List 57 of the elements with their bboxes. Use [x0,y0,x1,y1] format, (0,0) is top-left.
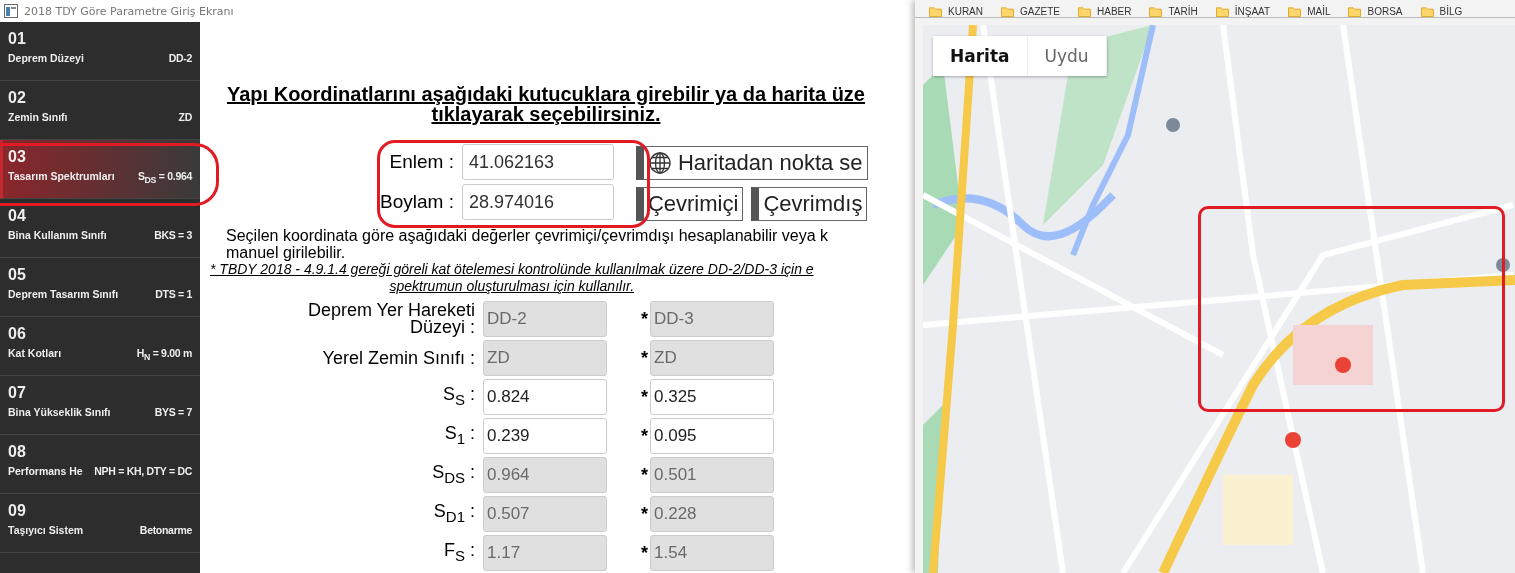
map-type-tab[interactable]: Uydu [1027,36,1107,76]
folder-icon [929,6,942,17]
asterisk: * [640,308,649,330]
parameter-label: Yerel Zemin Sınıfı : [321,349,476,367]
input-field[interactable]: 28.974016 [461,184,614,220]
asterisk: * [640,503,649,525]
bookmark[interactable]: BİLG [1420,6,1463,17]
folder-icon [1420,6,1434,17]
bookmark[interactable]: BORSA [1348,6,1403,17]
bookmark[interactable]: KURAN [929,6,983,17]
online-button[interactable]: Çevrimiçi [635,187,744,221]
asterisk: * [640,464,649,486]
bookmark[interactable]: İNŞAAT [1215,6,1271,17]
bookmark[interactable]: TARİH [1149,6,1198,17]
field-label: Enlem : [389,151,454,173]
sidebar-item[interactable]: 09 Taşıyıcı Sistem Betonarme [0,494,200,553]
map-type-tab[interactable]: Harita [933,36,1028,76]
asterisk: * [640,386,649,408]
folder-icon [1215,6,1229,17]
folder-icon [1288,6,1302,17]
sidebar-item[interactable]: 05 Deprem Tasarım Sınıfı DTS = 1 [0,258,200,317]
parameter-label: F$_{S}$ : [442,542,476,564]
info-text: Seçilen koordinata göre aşağıdaki değerler çevrimiçi/çevrimdışı hesaplanabilir veya k manuel girilebilir. [226,227,829,261]
input-field[interactable]: 0.325 [650,379,774,415]
parameter-label: S$_{D1}$ : [432,503,476,525]
folder-icon [1149,6,1163,17]
parameter-label: S$_{1}$ : [443,425,476,447]
sidebar-item[interactable]: 04 Bina Kullanım Sınıfı BKS = 3 [0,199,200,258]
sidebar-item[interactable]: 08 Performans He NPH = KH, DTY = DC [0,435,200,494]
parameter-label: S$_{S}$ : [441,386,476,408]
globe-icon [647,151,672,175]
offline-button[interactable]: Çevrimdış [751,187,868,221]
app-icon [4,4,18,18]
input-field[interactable]: 0.824 [483,379,607,415]
bookmark[interactable]: GAZETE [1001,6,1061,17]
input-field[interactable]: 41.062163 [461,144,614,180]
folder-icon [1001,6,1014,17]
window-title: 2018 TDY Göre Parametre Giriş Ekranı [24,4,234,18]
parameter-label: Deprem Yer Hareketi Düzeyi : [306,302,476,336]
asterisk: * [640,425,649,447]
bookmark[interactable]: HABER [1078,6,1132,17]
field-label: Boylam : [380,191,454,213]
map-pick-button[interactable]: Haritadan nokta se [635,146,868,180]
sidebar-item[interactable]: 03 Tasarım Spektrumları S$_{DS}$ = 0.964 [0,140,200,199]
asterisk: * [640,347,649,369]
folder-icon [1348,6,1362,17]
input-field[interactable]: 0.239 [483,418,607,454]
heading: Yapı Koordinatlarını aşağıdaki kutucuklara girebilir ya da harita üze tıklayarak seçebilirsiniz. [227,84,865,124]
asterisk: * [640,542,649,564]
bookmark[interactable]: MAİL [1288,6,1331,17]
parameter-label: S$_{DS}$ : [431,464,476,486]
input-field[interactable]: 0.095 [650,418,774,454]
footnote: * TBDY 2018 - 4.9.1.4 gereği göreli kat ötelemesi kontrolünde kullanılmak üzere DD-2/DD-3 için e spektrumun oluşturulması için kullanılır. [210,261,814,295]
sidebar-item[interactable]: 01 Deprem Düzeyi DD-2 [0,22,200,81]
folder-icon [1078,6,1092,17]
sidebar-item[interactable]: 06 Kat Kotları H$_{N}$ = 9.00 m [0,317,200,376]
sidebar-item[interactable]: 07 Bina Yükseklik Sınıfı BYS = 7 [0,376,200,435]
